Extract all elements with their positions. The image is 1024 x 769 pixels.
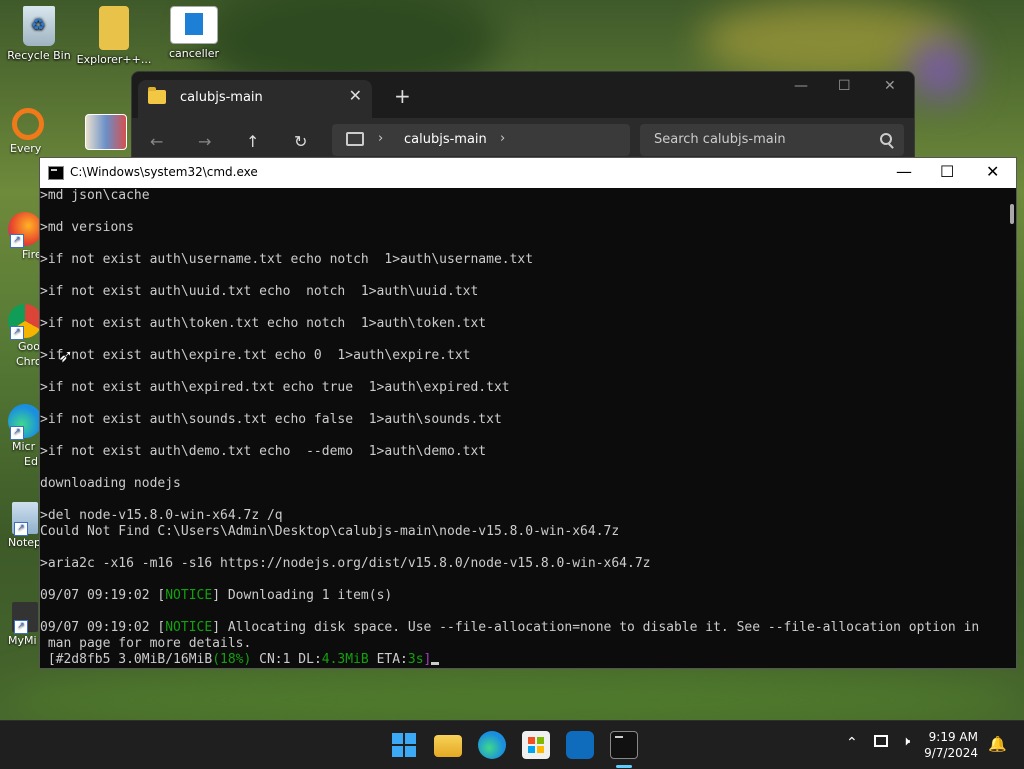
this-pc-icon (346, 132, 364, 146)
console-line: >if not exist auth\expire.txt echo 0 1>a… (40, 348, 471, 363)
console-line: >if not exist auth\expired.txt echo true… (40, 380, 510, 395)
search-icon (880, 133, 892, 145)
clock-date: 9/7/2024 (924, 746, 978, 760)
refresh-icon[interactable]: ↻ (294, 132, 307, 151)
microsoft-store-icon[interactable] (522, 731, 550, 759)
close-button[interactable]: ✕ (986, 162, 999, 181)
volume-muted-icon[interactable]: 🕨 (902, 734, 910, 749)
notification-bell-icon[interactable]: 🔔 (988, 735, 1007, 753)
shortcut-arrow-icon: ↗ (14, 522, 28, 536)
console-output[interactable]: >md json\cache >md versions >if not exist … (40, 188, 1002, 668)
everything-search-icon (12, 108, 44, 140)
recycle-bin-icon: ♻ (23, 6, 55, 46)
edge-icon: ↗ (8, 404, 42, 440)
cmd-window-title: C:\Windows\system32\cmd.exe (70, 165, 258, 179)
windows-start-icon[interactable] (390, 731, 418, 759)
chevron-right-icon[interactable]: › (500, 131, 505, 146)
desktop-icon-explorerpp[interactable]: Explorer++... (76, 6, 152, 66)
search-placeholder: Search calubjs-main (654, 132, 786, 147)
explorer-tab-title: calubjs-main (180, 90, 263, 105)
notepad-icon: ↗ (12, 502, 38, 536)
search-input[interactable]: Search calubjs-main (640, 124, 904, 156)
console-line-notice: 09/07 09:19:02 [NOTICE] Allocating disk … (40, 620, 980, 635)
explorer-tab-bar: calubjs-main ✕ + — ☐ ✕ (132, 72, 914, 118)
clock-time: 9:19 AM (928, 730, 978, 744)
system-clock[interactable]: 9:19 AM 9/7/2024 (924, 729, 978, 761)
close-tab-icon[interactable]: ✕ (349, 86, 362, 105)
photo-thumbnail-icon (85, 114, 127, 150)
outlook-icon[interactable] (566, 731, 594, 759)
document-icon (170, 6, 218, 44)
network-icon[interactable] (874, 735, 888, 747)
mymi-icon: ↗ (12, 602, 38, 634)
minimize-button[interactable]: — (896, 162, 912, 181)
chevron-right-icon[interactable]: › (378, 131, 383, 146)
folder-icon (99, 6, 129, 50)
console-line: >if not exist auth\uuid.txt echo notch 1… (40, 284, 479, 299)
maximize-button[interactable]: ☐ (940, 162, 954, 181)
taskbar: ⌃ 🕨 9:19 AM 9/7/2024 🔔 (0, 720, 1024, 769)
breadcrumb[interactable]: calubjs-main (404, 132, 487, 147)
background-flowers (910, 40, 970, 100)
minimize-button[interactable]: — (794, 78, 808, 94)
desktop-icon-photo[interactable] (82, 114, 130, 153)
console-line: downloading nodejs (40, 476, 181, 491)
explorer-tab[interactable]: calubjs-main ✕ (138, 80, 372, 118)
scrollbar-thumb[interactable] (1010, 204, 1014, 224)
console-line-continued: man page for more details. (40, 636, 252, 651)
download-progress-line: [#2d8fb5 3.0MiB/16MiB(18%) CN:1 DL:4.3Mi… (40, 652, 1002, 668)
up-arrow-icon[interactable]: ↑ (246, 132, 259, 151)
shortcut-arrow-icon: ↗ (10, 426, 24, 440)
terminal-icon[interactable] (610, 731, 638, 759)
back-arrow-icon[interactable]: ← (150, 132, 163, 151)
console-line: >md versions (40, 220, 134, 235)
maximize-button[interactable]: ☐ (838, 78, 851, 94)
shortcut-arrow-icon: ↗ (10, 234, 24, 248)
console-line: >aria2c -x16 -m16 -s16 https://nodejs.or… (40, 556, 651, 571)
cmd-app-icon (48, 166, 64, 180)
file-explorer-icon[interactable] (434, 735, 462, 757)
console-line: >if not exist auth\sounds.txt echo false… (40, 412, 502, 427)
console-line-notice: 09/07 09:19:02 [NOTICE] Downloading 1 it… (40, 588, 393, 603)
console-lines: >md json\cache >md versions >if not exist … (40, 188, 1002, 588)
chevron-up-icon[interactable]: ⌃ (846, 735, 858, 751)
new-tab-button[interactable]: + (394, 84, 411, 108)
console-line: >del node-v15.8.0-win-x64.7z /q (40, 508, 283, 523)
console-line: >if not exist auth\username.txt echo not… (40, 252, 534, 267)
chrome-icon: ↗ (8, 304, 42, 340)
console-line: >if not exist auth\token.txt echo notch … (40, 316, 487, 331)
desktop-icon-canceller[interactable]: canceller (156, 6, 232, 60)
close-button[interactable]: ✕ (884, 78, 896, 94)
text-cursor (431, 662, 440, 665)
console-line: >md json\cache (40, 188, 150, 203)
desktop-icon-recycle-bin[interactable]: ♻ Recycle Bin (1, 6, 77, 62)
firefox-icon: ↗ (8, 212, 42, 248)
edge-icon[interactable] (478, 731, 506, 759)
desktop-icon-everything[interactable]: Every (8, 108, 48, 155)
shortcut-arrow-icon: ↗ (10, 326, 24, 340)
cmd-window: C:\Windows\system32\cmd.exe — ☐ ✕ >md js… (39, 157, 1017, 669)
forward-arrow-icon[interactable]: → (198, 132, 211, 151)
address-bar[interactable]: › calubjs-main › (332, 124, 630, 156)
shortcut-arrow-icon: ↗ (14, 620, 28, 634)
console-line: Could Not Find C:\Users\Admin\Desktop\ca… (40, 524, 620, 539)
folder-icon (148, 87, 166, 104)
mouse-pointer-icon: ➶ (58, 346, 74, 367)
console-line: >if not exist auth\demo.txt echo --demo … (40, 444, 487, 459)
cmd-title-bar[interactable]: C:\Windows\system32\cmd.exe — ☐ ✕ (40, 158, 1016, 188)
